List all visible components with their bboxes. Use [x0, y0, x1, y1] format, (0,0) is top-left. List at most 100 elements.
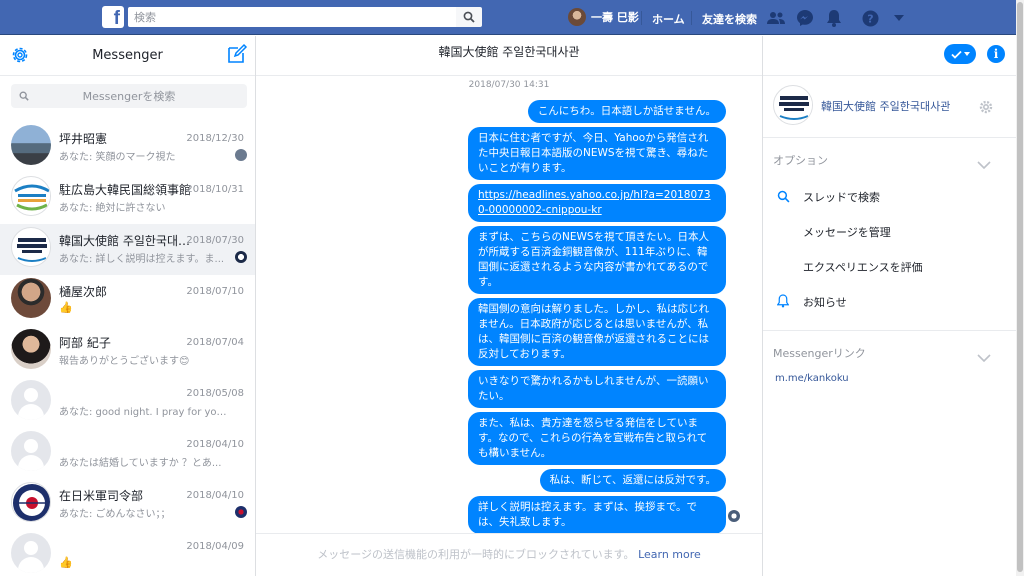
- chat-header: 韓国大使館 주일한국대사관: [256, 36, 762, 76]
- compose-icon: [228, 43, 248, 63]
- conversation-name: 駐広島大韓民国総領事館: [59, 183, 192, 197]
- conversation-item[interactable]: 2018/05/08 あなた: good night. I pray for y…: [0, 377, 255, 428]
- contact-name[interactable]: 韓国大使館 주일한국대사관: [821, 98, 950, 114]
- check-icon: [950, 50, 962, 59]
- options-section-label[interactable]: オプション: [773, 152, 828, 168]
- manage-messages-item[interactable]: メッセージを管理: [803, 224, 891, 240]
- conversation-snippet: 👍: [59, 301, 229, 314]
- home-link[interactable]: ホーム: [652, 11, 685, 27]
- conversation-snippet: あなた: 笑顔のマーク視た: [59, 152, 176, 163]
- global-search-input[interactable]: [128, 7, 456, 27]
- divider: [763, 330, 1017, 331]
- conversation-item-active[interactable]: 韓国大使館 주일한국대사관 2018/07/30 あなた: 詳しく説明は控えます…: [0, 224, 255, 275]
- options-collapse-button[interactable]: [977, 154, 991, 173]
- conversation-date: 2018/04/10: [186, 490, 244, 501]
- nav-divider: [691, 11, 692, 25]
- message-bubble[interactable]: 詳しく説明は控えます。まずは、挨拶まで。では、失礼致します。: [468, 496, 726, 534]
- notifications-button[interactable]: [824, 8, 844, 28]
- nav-divider: [641, 11, 642, 25]
- conversation-item[interactable]: 阿部 紀子 2018/07/04 報告ありがとうございます😊: [0, 326, 255, 377]
- message-bubble[interactable]: 私は、断じて、返還には反対です。: [539, 469, 726, 492]
- scrollbar-thumb[interactable]: [1017, 2, 1023, 572]
- conversation-settings-button[interactable]: [979, 99, 993, 118]
- composer-divider: [256, 533, 762, 534]
- embassy-logo-icon: [775, 87, 812, 124]
- notifications-item[interactable]: お知らせ: [803, 294, 847, 310]
- conversation-item[interactable]: 在日米軍司令部 2018/04/10 あなた: ごめんなさい；；: [0, 479, 255, 530]
- message-timestamp: 2018/07/30 14:31: [468, 80, 550, 90]
- learn-more-link[interactable]: Learn more: [638, 548, 701, 561]
- message-bubble[interactable]: 日本に住む者ですが、今日、Yahooから発信された中央日報日本語版のNEWSを視…: [468, 127, 726, 180]
- messenger-search: [11, 84, 247, 108]
- conversation-date: 2018/10/31: [186, 184, 244, 195]
- conversation-date: 2018/04/10: [186, 439, 244, 450]
- message-bubble[interactable]: こんにちわ。日本語しか話せません。: [527, 100, 726, 123]
- messenger-icon: [797, 10, 813, 26]
- avatar[interactable]: [773, 85, 813, 125]
- caret-down-icon: [963, 52, 970, 56]
- conversation-item[interactable]: 2018/04/10 あなたは結婚していますか ？とあ...: [0, 428, 255, 479]
- details-header: i: [763, 36, 1017, 76]
- search-in-thread-item[interactable]: スレッドで検索: [803, 189, 880, 205]
- conversation-name: 阿部 紀子: [59, 336, 111, 350]
- conversation-snippet: あなた: good night. I pray for your ...: [59, 407, 229, 418]
- conversation-date: 2018/05/08: [186, 388, 244, 399]
- blocked-notice-text: メッセージの送信機能の利用が一時的にブロックされています。: [317, 548, 635, 561]
- conversation-date: 2018/04/09: [186, 541, 244, 552]
- find-friends-link[interactable]: 友達を検索: [702, 11, 757, 27]
- profile-link[interactable]: 一壽 巳影: [568, 8, 639, 26]
- rate-experience-item[interactable]: エクスペリエンスを評価: [803, 259, 923, 275]
- conversation-item[interactable]: 坪井昭憲 2018/12/30 あなた: 笑顔のマーク視た: [0, 122, 255, 173]
- svg-text:?: ?: [867, 12, 873, 25]
- message-bubble[interactable]: 韓国側の意向は解りました。しかし、私は応じれません。日本政府が応じるとは思いませ…: [468, 298, 726, 366]
- message-bubble[interactable]: いきなりで驚かれるかもしれませんが、一読願いたい。: [468, 370, 726, 408]
- caret-down-icon: [894, 15, 904, 21]
- seen-avatar: [235, 506, 247, 518]
- new-message-button[interactable]: [226, 43, 248, 69]
- links-collapse-button[interactable]: [977, 347, 991, 366]
- conversation-list: 坪井昭憲 2018/12/30 あなた: 笑顔のマーク視た 駐広島大韓民国総領事…: [0, 122, 255, 581]
- friend-requests-button[interactable]: [766, 8, 786, 28]
- avatar: [11, 431, 51, 471]
- message-bubble[interactable]: また、私は、貴方達を怒らせる発信をしています。なので、これらの行為を宣戦布告と取…: [468, 412, 726, 465]
- search-button[interactable]: [456, 7, 482, 27]
- search-icon: [777, 188, 790, 207]
- conversation-name: 韓国大使館 주일한국대사관: [59, 234, 194, 248]
- conversation-snippet: あなたは結婚していますか ？とあ...: [59, 458, 222, 469]
- conversation-snippet: あなた: 詳しく説明は控えます。ま...: [59, 254, 225, 265]
- chat-title: 韓国大使館 주일한국대사관: [438, 45, 580, 59]
- divider: [763, 137, 1017, 138]
- avatar: [568, 8, 586, 26]
- usfj-emblem-icon: [13, 484, 50, 521]
- conversation-name: 在日米軍司令部: [59, 489, 144, 503]
- messenger-links-label[interactable]: Messengerリンク: [773, 345, 866, 361]
- message-bubble[interactable]: https://headlines.yahoo.co.jp/hl?a=20180…: [468, 184, 726, 222]
- search-icon: [463, 11, 475, 23]
- seen-avatar: [235, 251, 247, 263]
- messenger-link[interactable]: m.me/kankoku: [775, 373, 849, 384]
- thumbs-up-icon: 👍: [59, 556, 73, 569]
- info-icon[interactable]: i: [987, 45, 1005, 63]
- conversation-name: 坪井昭憲: [59, 132, 108, 146]
- conversation-item[interactable]: 樋屋次郎 2018/07/10 👍: [0, 275, 255, 326]
- messenger-search-input[interactable]: [11, 89, 247, 103]
- help-button[interactable]: ?: [860, 8, 880, 28]
- status-toggle-button[interactable]: [944, 44, 976, 64]
- avatar: [11, 329, 51, 369]
- avatar: [11, 533, 51, 573]
- conversation-name: 樋屋次郎: [59, 285, 108, 299]
- avatar: [11, 380, 51, 420]
- page-scrollbar[interactable]: [1016, 0, 1024, 576]
- messenger-button[interactable]: [795, 8, 815, 28]
- account-menu-button[interactable]: [889, 8, 909, 28]
- message-link[interactable]: https://headlines.yahoo.co.jp/hl?a=20180…: [478, 189, 711, 216]
- conversation-item[interactable]: 駐広島大韓民国総領事館 2018/10/31 あなた: 絶対に許さない: [0, 173, 255, 224]
- conversation-sidebar: Messenger 坪井昭憲 2018/12/30 あなた: 笑顔のマーク視た …: [0, 36, 256, 576]
- embassy-logo-icon: [13, 229, 50, 266]
- blocked-notice: メッセージの送信機能の利用が一時的にブロックされています。 Learn more: [256, 546, 762, 562]
- facebook-logo-icon[interactable]: f: [102, 6, 124, 28]
- conversation-item[interactable]: 2018/04/09 👍: [0, 530, 255, 581]
- thumbs-up-icon: 👍: [59, 301, 73, 314]
- message-bubble[interactable]: まずは、こちらのNEWSを視て頂きたい。日本人が所蔵する百済金銅観音像が、111…: [468, 226, 726, 294]
- conversation-date: 2018/12/30: [186, 133, 244, 144]
